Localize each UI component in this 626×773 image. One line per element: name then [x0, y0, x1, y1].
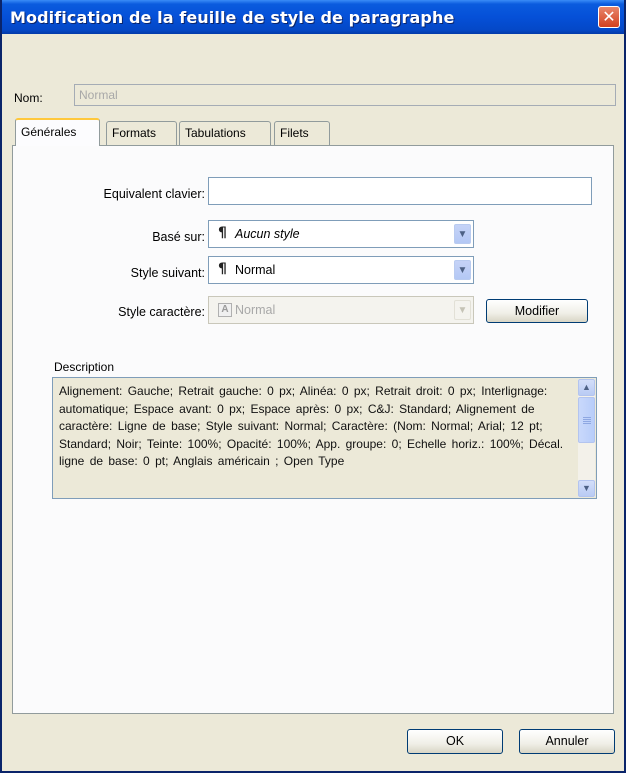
char-style-label: Style caractère: [118, 305, 205, 319]
chevron-down-icon[interactable]: ▼ [454, 260, 471, 280]
based-on-label: Basé sur: [152, 230, 205, 244]
tab-formats[interactable]: Formats [106, 121, 177, 145]
pilcrow-icon: ¶ [218, 225, 227, 241]
name-field: Normal [74, 84, 616, 106]
based-on-value: Aucun style [235, 227, 300, 241]
description-box[interactable]: Alignement: Gauche; Retrait gauche: 0 px… [52, 377, 597, 499]
close-icon: ✕ [602, 7, 616, 26]
next-style-value: Normal [235, 263, 276, 277]
chevron-down-icon: ▼ [454, 300, 471, 320]
close-button[interactable]: ✕ [598, 6, 620, 28]
next-style-label: Style suivant: [130, 266, 205, 280]
tab-generales[interactable]: Générales [15, 118, 100, 146]
cancel-button[interactable]: Annuler [519, 729, 615, 754]
modify-button[interactable]: Modifier [486, 299, 588, 323]
character-style-icon: A [218, 303, 232, 317]
keyboard-shortcut-label: Equivalent clavier: [103, 187, 205, 201]
tab-label: Filets [280, 126, 309, 140]
keyboard-shortcut-input[interactable] [208, 177, 592, 205]
chevron-down-icon[interactable]: ▼ [454, 224, 471, 244]
tab-filets[interactable]: Filets [274, 121, 330, 145]
next-style-select[interactable]: ¶ Normal ▼ [208, 256, 474, 284]
char-style-value: Normal [235, 303, 276, 317]
tab-label: Générales [21, 125, 77, 139]
pilcrow-icon: ¶ [218, 261, 227, 277]
name-label: Nom: [14, 91, 43, 105]
scroll-up-button[interactable]: ▲ [578, 379, 595, 396]
char-style-select: A Normal ▼ [208, 296, 474, 324]
dialog-window: Modification de la feuille de style de p… [0, 0, 626, 773]
based-on-select[interactable]: ¶ Aucun style ▼ [208, 220, 474, 248]
window-title: Modification de la feuille de style de p… [10, 8, 455, 27]
scroll-down-button[interactable]: ▼ [578, 480, 595, 497]
vertical-scrollbar[interactable]: ▲ ▼ [578, 379, 595, 497]
description-text: Alignement: Gauche; Retrait gauche: 0 px… [59, 384, 564, 468]
tab-tabulations[interactable]: Tabulations [179, 121, 271, 145]
description-label: Description [54, 360, 115, 374]
scroll-thumb[interactable] [578, 397, 595, 443]
tab-label: Tabulations [185, 126, 246, 140]
ok-button[interactable]: OK [407, 729, 503, 754]
title-bar[interactable]: Modification de la feuille de style de p… [2, 0, 624, 34]
tab-label: Formats [112, 126, 157, 140]
